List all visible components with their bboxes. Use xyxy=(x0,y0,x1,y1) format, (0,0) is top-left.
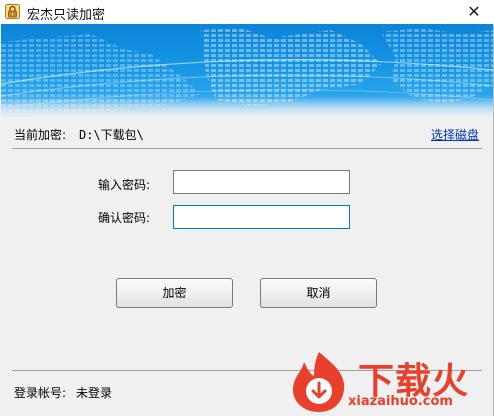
confirm-password-input[interactable] xyxy=(173,205,350,229)
login-account-label: 登录帐号: xyxy=(14,386,67,400)
current-path-value: D:\下载包\ xyxy=(79,128,144,142)
current-path-label: 当前加密: xyxy=(14,128,67,142)
banner-fade xyxy=(1,98,493,118)
login-account-value: 未登录 xyxy=(76,386,113,400)
cancel-button[interactable]: 取消 xyxy=(260,278,377,308)
watermark: 下载火 xiazaihuo.com xyxy=(286,350,492,414)
confirm-password-label: 确认密码: xyxy=(98,211,151,225)
app-window: 宏杰只读加密 ✕ 当前加密: D:\下载包\ 选择磁盘 输入密码: 确认密码: … xyxy=(0,0,494,416)
title-bar[interactable]: 宏杰只读加密 ✕ xyxy=(0,0,494,25)
header-banner xyxy=(1,24,493,118)
watermark-domain: xiazaihuo.com xyxy=(348,394,453,409)
divider-top xyxy=(12,148,482,149)
window-title: 宏杰只读加密 xyxy=(27,8,106,23)
encrypt-button[interactable]: 加密 xyxy=(116,278,233,308)
password-label: 输入密码: xyxy=(98,178,151,192)
close-button[interactable]: ✕ xyxy=(462,2,486,22)
select-disk-link[interactable]: 选择磁盘 xyxy=(431,126,479,143)
password-input[interactable] xyxy=(173,170,350,194)
lock-icon xyxy=(5,4,20,19)
flame-logo-icon xyxy=(292,352,345,412)
